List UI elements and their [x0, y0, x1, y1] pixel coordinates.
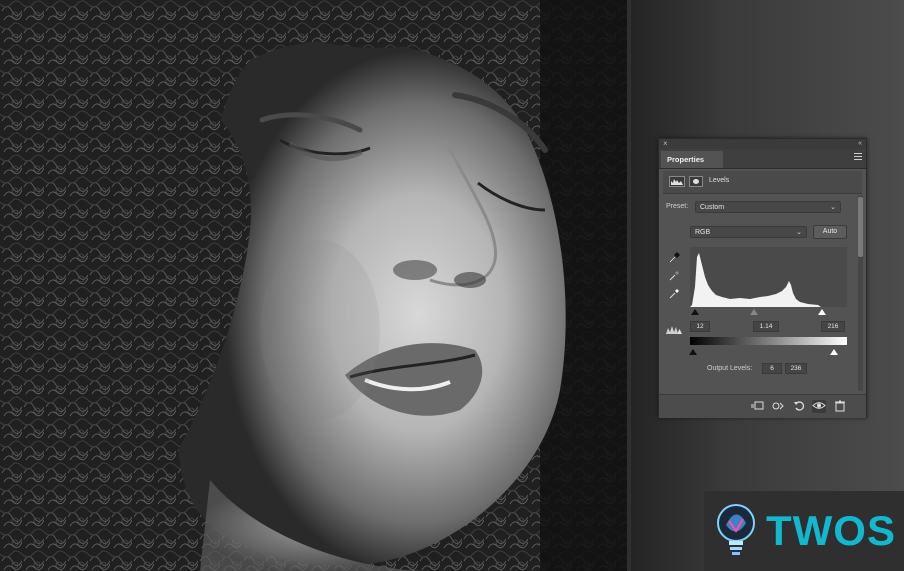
clipping-warning-icon[interactable]	[666, 325, 682, 337]
input-black-field[interactable]: 12	[690, 321, 710, 332]
preset-select[interactable]: Custom ⌄	[695, 201, 841, 213]
white-point-eyedropper-icon[interactable]	[668, 288, 680, 300]
view-previous-icon[interactable]	[771, 400, 785, 413]
preset-label: Preset:	[666, 203, 689, 210]
delete-icon[interactable]	[833, 400, 847, 413]
input-white-slider[interactable]	[818, 309, 826, 315]
twos-logo: TWOS	[704, 491, 904, 571]
output-levels-label: Output Levels:	[707, 365, 753, 372]
input-gamma-field[interactable]: 1.14	[753, 321, 779, 332]
visibility-eye-icon[interactable]	[812, 400, 826, 413]
channel-select[interactable]: RGB ⌄	[690, 226, 807, 238]
panel-bottom-toolbar	[659, 394, 866, 418]
reset-icon[interactable]	[792, 400, 806, 413]
canvas-edge	[627, 0, 631, 571]
output-black-slider[interactable]	[689, 349, 697, 355]
chevron-down-icon: ⌄	[830, 204, 836, 211]
levels-adjustment-icon	[669, 176, 685, 187]
portrait-image	[0, 0, 627, 571]
channel-value: RGB	[695, 229, 711, 236]
scrollbar-thumb[interactable]	[858, 197, 863, 257]
output-gradient-bar	[690, 337, 847, 345]
lightbulb-icon	[717, 504, 755, 555]
panel-tab-row: Properties	[659, 149, 866, 169]
properties-panel: × « Properties Levels Preset: Custom ⌄ R…	[658, 138, 867, 418]
photo-canvas[interactable]	[0, 0, 627, 571]
clip-to-layer-icon[interactable]	[750, 400, 764, 413]
input-black-slider[interactable]	[691, 309, 699, 315]
adjustment-header: Levels	[663, 171, 862, 194]
close-icon[interactable]: ×	[663, 139, 668, 149]
levels-histogram	[690, 247, 847, 307]
panel-menu-icon[interactable]	[854, 153, 862, 161]
preset-value: Custom	[700, 204, 725, 211]
collapse-icon[interactable]: «	[858, 139, 862, 149]
output-white-field[interactable]: 236	[785, 363, 807, 374]
black-point-eyedropper-icon[interactable]	[668, 251, 681, 264]
panel-title-strip[interactable]	[659, 139, 866, 149]
gray-point-eyedropper-icon[interactable]	[668, 270, 680, 282]
auto-button[interactable]: Auto	[813, 225, 847, 239]
adjustment-title: Levels	[709, 177, 730, 184]
output-white-slider[interactable]	[830, 349, 838, 355]
output-black-field[interactable]: 6	[762, 363, 782, 374]
logo-text: TWOS	[766, 507, 896, 554]
chevron-down-icon: ⌄	[796, 229, 802, 236]
layer-mask-icon[interactable]	[689, 176, 703, 187]
input-gamma-slider[interactable]	[750, 309, 758, 315]
input-white-field[interactable]: 216	[821, 321, 845, 332]
tab-properties[interactable]: Properties	[661, 151, 723, 168]
panel-scrollbar[interactable]	[858, 195, 863, 391]
